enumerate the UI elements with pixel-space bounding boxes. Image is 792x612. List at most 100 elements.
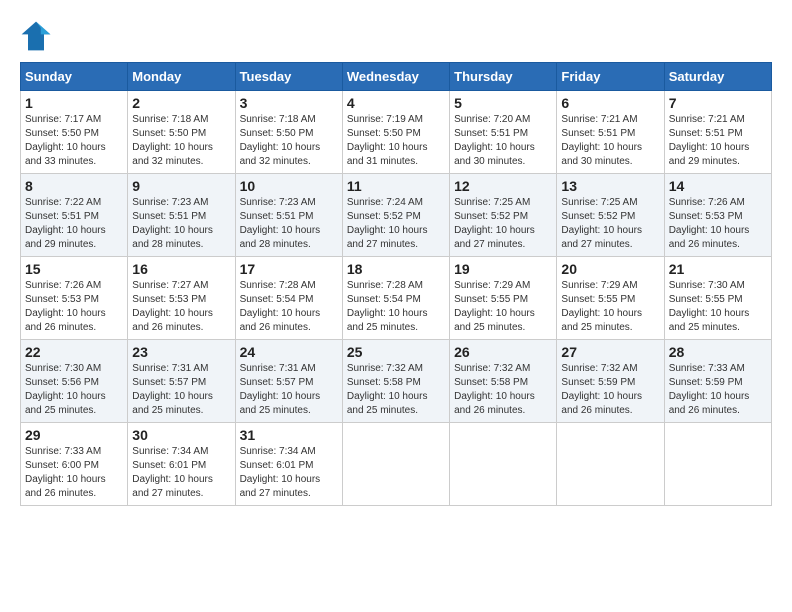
weekday-header-friday: Friday: [557, 63, 664, 91]
calendar-cell: 24 Sunrise: 7:31 AM Sunset: 5:57 PM Dayli…: [235, 340, 342, 423]
calendar-cell: 17Sunrise: 7:28 AM Sunset: 5:54 PM Dayli…: [235, 257, 342, 340]
weekday-header-tuesday: Tuesday: [235, 63, 342, 91]
day-number: 13: [561, 178, 659, 194]
calendar-cell: 18Sunrise: 7:28 AM Sunset: 5:54 PM Dayli…: [342, 257, 449, 340]
day-info: Sunrise: 7:26 AM Sunset: 5:53 PM Dayligh…: [25, 279, 123, 335]
day-info: Sunrise: 7:31 AM Sunset: 5:57 PM Dayligh…: [132, 362, 230, 418]
calendar-cell: 12 Sunrise: 7:25 AM Sunset: 5:52 PM Dayli…: [450, 174, 557, 257]
calendar-cell: [664, 423, 771, 506]
calendar-cell: 5 Sunrise: 7:20 AM Sunset: 5:51 PM Daylig…: [450, 91, 557, 174]
day-info: Sunrise: 7:17 AM Sunset: 5:50 PM Dayligh…: [25, 113, 123, 169]
day-number: 19: [454, 261, 552, 277]
day-info: Sunrise: 7:21 AM Sunset: 5:51 PM Dayligh…: [669, 113, 767, 169]
calendar-cell: 30 Sunrise: 7:34 AM Sunset: 6:01 PM Dayli…: [128, 423, 235, 506]
day-number: 12: [454, 178, 552, 194]
day-number: 22: [25, 344, 123, 360]
calendar-cell: 16 Sunrise: 7:27 AM Sunset: 5:53 PM Dayli…: [128, 257, 235, 340]
day-number: 26: [454, 344, 552, 360]
calendar-cell: 11 Sunrise: 7:24 AM Sunset: 5:52 PM Dayli…: [342, 174, 449, 257]
day-info: Sunrise: 7:20 AM Sunset: 5:51 PM Dayligh…: [454, 113, 552, 169]
day-info: Sunrise: 7:28 AM Sunset: 5:54 PM Dayligh…: [347, 279, 445, 335]
calendar-week-row: 29 Sunrise: 7:33 AM Sunset: 6:00 PM Dayli…: [21, 423, 772, 506]
weekday-header-sunday: Sunday: [21, 63, 128, 91]
calendar-cell: 20 Sunrise: 7:29 AM Sunset: 5:55 PM Dayli…: [557, 257, 664, 340]
calendar-cell: 1 Sunrise: 7:17 AM Sunset: 5:50 PM Daylig…: [21, 91, 128, 174]
day-number: 21: [669, 261, 767, 277]
day-info: Sunrise: 7:34 AM Sunset: 6:01 PM Dayligh…: [132, 445, 230, 501]
day-number: 17: [240, 261, 338, 277]
day-info: Sunrise: 7:31 AM Sunset: 5:57 PM Dayligh…: [240, 362, 338, 418]
calendar-week-row: 15Sunrise: 7:26 AM Sunset: 5:53 PM Dayli…: [21, 257, 772, 340]
day-info: Sunrise: 7:32 AM Sunset: 5:58 PM Dayligh…: [454, 362, 552, 418]
day-number: 7: [669, 95, 767, 111]
day-number: 16: [132, 261, 230, 277]
day-number: 9: [132, 178, 230, 194]
day-info: Sunrise: 7:18 AM Sunset: 5:50 PM Dayligh…: [132, 113, 230, 169]
day-info: Sunrise: 7:32 AM Sunset: 5:58 PM Dayligh…: [347, 362, 445, 418]
calendar-week-row: 8 Sunrise: 7:22 AM Sunset: 5:51 PM Daylig…: [21, 174, 772, 257]
calendar-cell: 4 Sunrise: 7:19 AM Sunset: 5:50 PM Daylig…: [342, 91, 449, 174]
day-number: 4: [347, 95, 445, 111]
calendar-cell: 9 Sunrise: 7:23 AM Sunset: 5:51 PM Daylig…: [128, 174, 235, 257]
calendar-cell: 31 Sunrise: 7:34 AM Sunset: 6:01 PM Dayli…: [235, 423, 342, 506]
calendar-cell: 14 Sunrise: 7:26 AM Sunset: 5:53 PM Dayli…: [664, 174, 771, 257]
day-number: 6: [561, 95, 659, 111]
weekday-header-wednesday: Wednesday: [342, 63, 449, 91]
day-info: Sunrise: 7:33 AM Sunset: 6:00 PM Dayligh…: [25, 445, 123, 501]
day-info: Sunrise: 7:34 AM Sunset: 6:01 PM Dayligh…: [240, 445, 338, 501]
day-number: 5: [454, 95, 552, 111]
day-number: 11: [347, 178, 445, 194]
calendar-cell: [450, 423, 557, 506]
logo-icon: [20, 20, 52, 52]
calendar-cell: 10 Sunrise: 7:23 AM Sunset: 5:51 PM Dayli…: [235, 174, 342, 257]
calendar-week-row: 1 Sunrise: 7:17 AM Sunset: 5:50 PM Daylig…: [21, 91, 772, 174]
day-number: 24: [240, 344, 338, 360]
day-info: Sunrise: 7:29 AM Sunset: 5:55 PM Dayligh…: [561, 279, 659, 335]
day-info: Sunrise: 7:22 AM Sunset: 5:51 PM Dayligh…: [25, 196, 123, 252]
day-info: Sunrise: 7:19 AM Sunset: 5:50 PM Dayligh…: [347, 113, 445, 169]
day-info: Sunrise: 7:24 AM Sunset: 5:52 PM Dayligh…: [347, 196, 445, 252]
calendar-cell: 29 Sunrise: 7:33 AM Sunset: 6:00 PM Dayli…: [21, 423, 128, 506]
calendar-cell: 27Sunrise: 7:32 AM Sunset: 5:59 PM Dayli…: [557, 340, 664, 423]
day-number: 25: [347, 344, 445, 360]
weekday-header-saturday: Saturday: [664, 63, 771, 91]
day-info: Sunrise: 7:23 AM Sunset: 5:51 PM Dayligh…: [132, 196, 230, 252]
calendar-cell: 2Sunrise: 7:18 AM Sunset: 5:50 PM Daylig…: [128, 91, 235, 174]
weekday-header-thursday: Thursday: [450, 63, 557, 91]
calendar-cell: 28 Sunrise: 7:33 AM Sunset: 5:59 PM Dayli…: [664, 340, 771, 423]
day-number: 10: [240, 178, 338, 194]
calendar-cell: 23 Sunrise: 7:31 AM Sunset: 5:57 PM Dayli…: [128, 340, 235, 423]
calendar-cell: 6 Sunrise: 7:21 AM Sunset: 5:51 PM Daylig…: [557, 91, 664, 174]
day-info: Sunrise: 7:23 AM Sunset: 5:51 PM Dayligh…: [240, 196, 338, 252]
calendar-header-row: SundayMondayTuesdayWednesdayThursdayFrid…: [21, 63, 772, 91]
day-number: 8: [25, 178, 123, 194]
weekday-header-monday: Monday: [128, 63, 235, 91]
day-number: 27: [561, 344, 659, 360]
calendar-table: SundayMondayTuesdayWednesdayThursdayFrid…: [20, 62, 772, 506]
day-info: Sunrise: 7:30 AM Sunset: 5:55 PM Dayligh…: [669, 279, 767, 335]
calendar-cell: 22Sunrise: 7:30 AM Sunset: 5:56 PM Dayli…: [21, 340, 128, 423]
day-info: Sunrise: 7:25 AM Sunset: 5:52 PM Dayligh…: [561, 196, 659, 252]
day-number: 1: [25, 95, 123, 111]
day-number: 29: [25, 427, 123, 443]
day-number: 20: [561, 261, 659, 277]
day-number: 14: [669, 178, 767, 194]
day-info: Sunrise: 7:21 AM Sunset: 5:51 PM Dayligh…: [561, 113, 659, 169]
calendar-cell: 25 Sunrise: 7:32 AM Sunset: 5:58 PM Dayli…: [342, 340, 449, 423]
day-number: 23: [132, 344, 230, 360]
day-info: Sunrise: 7:26 AM Sunset: 5:53 PM Dayligh…: [669, 196, 767, 252]
calendar-cell: 8 Sunrise: 7:22 AM Sunset: 5:51 PM Daylig…: [21, 174, 128, 257]
day-number: 28: [669, 344, 767, 360]
day-number: 30: [132, 427, 230, 443]
day-info: Sunrise: 7:29 AM Sunset: 5:55 PM Dayligh…: [454, 279, 552, 335]
day-number: 3: [240, 95, 338, 111]
day-info: Sunrise: 7:33 AM Sunset: 5:59 PM Dayligh…: [669, 362, 767, 418]
calendar-cell: 26 Sunrise: 7:32 AM Sunset: 5:58 PM Dayli…: [450, 340, 557, 423]
calendar-cell: 7 Sunrise: 7:21 AM Sunset: 5:51 PM Daylig…: [664, 91, 771, 174]
logo: [20, 20, 56, 52]
day-info: Sunrise: 7:25 AM Sunset: 5:52 PM Dayligh…: [454, 196, 552, 252]
day-info: Sunrise: 7:27 AM Sunset: 5:53 PM Dayligh…: [132, 279, 230, 335]
calendar-cell: 3Sunrise: 7:18 AM Sunset: 5:50 PM Daylig…: [235, 91, 342, 174]
calendar-week-row: 22Sunrise: 7:30 AM Sunset: 5:56 PM Dayli…: [21, 340, 772, 423]
day-number: 31: [240, 427, 338, 443]
